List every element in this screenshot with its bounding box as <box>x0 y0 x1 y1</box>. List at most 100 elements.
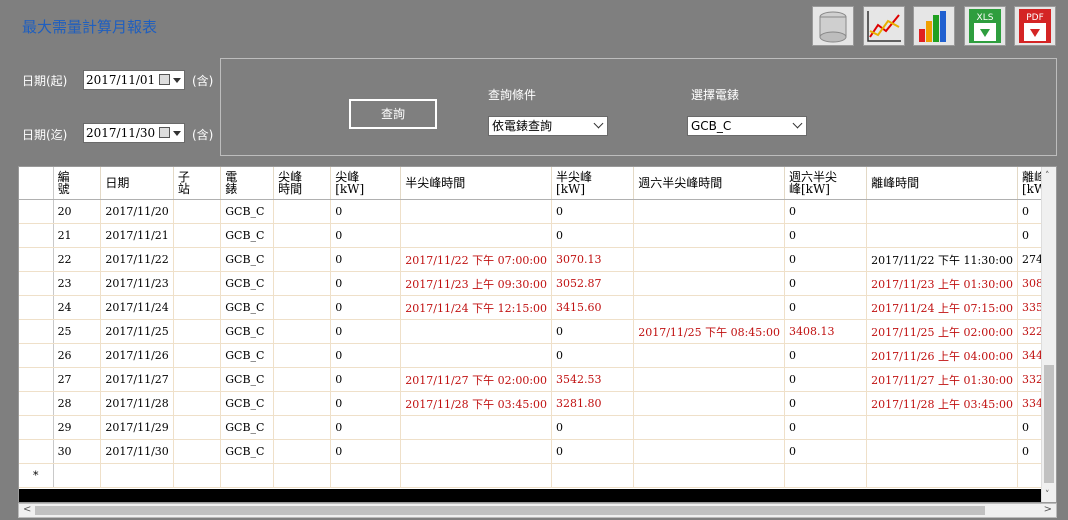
calendar-icon[interactable] <box>159 74 170 85</box>
cell-half-kw[interactable]: 0 <box>551 415 635 440</box>
cell-peak-kw[interactable]: 0 <box>330 439 402 464</box>
table-row[interactable]: 24 2017/11/24 GCB_C 0 2017/11/24 下午 12:15:00… <box>19 295 1056 320</box>
scroll-right-icon[interactable]: > <box>1044 504 1052 515</box>
export-pdf-button[interactable]: PDF <box>1014 6 1056 46</box>
query-button[interactable]: 查詢 <box>349 99 437 129</box>
empty-cell[interactable] <box>100 463 174 488</box>
column-header[interactable]: 日期 <box>100 167 174 200</box>
cell-half-kw[interactable]: 3542.53 <box>551 367 635 392</box>
cell-sub[interactable] <box>173 295 222 320</box>
cell-peak-kw[interactable]: 0 <box>330 391 402 416</box>
calendar-icon[interactable] <box>159 127 170 138</box>
vertical-scrollbar[interactable]: ˄ ˅ <box>1041 167 1056 502</box>
empty-cell[interactable] <box>173 463 222 488</box>
cell-sat-time[interactable] <box>633 343 785 368</box>
cell-sub[interactable] <box>173 343 222 368</box>
condition-select[interactable]: 依電錶查詢 <box>488 116 608 136</box>
cell-date[interactable]: 2017/11/22 <box>100 247 174 272</box>
cell-peak-time[interactable] <box>273 223 332 248</box>
cell-half-kw[interactable]: 0 <box>551 319 635 344</box>
cell-sat-kw[interactable]: 0 <box>784 391 868 416</box>
line-chart-button[interactable] <box>863 6 905 46</box>
cell-date[interactable]: 2017/11/20 <box>100 199 174 224</box>
cell-sat-kw[interactable]: 0 <box>784 199 868 224</box>
table-row[interactable]: 21 2017/11/21 GCB_C 0 0 0 0 <box>19 223 1056 248</box>
row-header[interactable] <box>19 199 54 224</box>
row-header[interactable] <box>19 391 54 416</box>
cell-no[interactable]: 30 <box>53 439 102 464</box>
cell-peak-time[interactable] <box>273 343 332 368</box>
cell-peak-time[interactable] <box>273 439 332 464</box>
column-header[interactable]: 週六半尖峰時間 <box>633 167 785 200</box>
column-header[interactable]: 離峰時間 <box>866 167 1018 200</box>
cell-sat-time[interactable]: 2017/11/25 下午 08:45:00 <box>633 319 785 344</box>
scroll-down-icon[interactable]: ˅ <box>1045 490 1050 500</box>
cell-half-time[interactable]: 2017/11/23 上午 09:30:00 <box>400 271 553 296</box>
cell-sat-time[interactable] <box>633 271 785 296</box>
cell-sat-time[interactable] <box>633 223 785 248</box>
cell-meter[interactable]: GCB_C <box>220 319 275 344</box>
cell-off-time[interactable]: 2017/11/25 上午 02:00:00 <box>866 319 1018 344</box>
cell-sat-kw[interactable]: 0 <box>784 415 868 440</box>
cell-sat-kw[interactable]: 0 <box>784 271 868 296</box>
cell-no[interactable]: 28 <box>53 391 102 416</box>
cell-sat-kw[interactable]: 0 <box>784 223 868 248</box>
new-row[interactable]: * <box>19 463 1056 488</box>
cell-half-time[interactable] <box>400 343 553 368</box>
cell-peak-kw[interactable]: 0 <box>330 199 402 224</box>
cell-half-time[interactable]: 2017/11/22 下午 07:00:00 <box>400 247 553 272</box>
cell-no[interactable]: 27 <box>53 367 102 392</box>
cell-no[interactable]: 21 <box>53 223 102 248</box>
empty-cell[interactable] <box>53 463 102 488</box>
cell-off-time[interactable]: 2017/11/23 上午 01:30:00 <box>866 271 1018 296</box>
cell-date[interactable]: 2017/11/28 <box>100 391 174 416</box>
empty-cell[interactable] <box>784 463 868 488</box>
row-header[interactable] <box>19 271 54 296</box>
cell-off-time[interactable] <box>866 223 1018 248</box>
bar-chart-button[interactable] <box>913 6 955 46</box>
cell-peak-time[interactable] <box>273 319 332 344</box>
table-row[interactable]: 22 2017/11/22 GCB_C 0 2017/11/22 下午 07:00:00… <box>19 247 1056 272</box>
column-header[interactable]: 尖峰 [kW] <box>330 167 402 200</box>
cell-peak-time[interactable] <box>273 247 332 272</box>
cell-off-time[interactable]: 2017/11/26 上午 04:00:00 <box>866 343 1018 368</box>
empty-cell[interactable] <box>330 463 402 488</box>
scroll-up-icon[interactable]: ˄ <box>1045 171 1050 181</box>
cell-half-time[interactable]: 2017/11/24 下午 12:15:00 <box>400 295 553 320</box>
cell-no[interactable]: 23 <box>53 271 102 296</box>
cell-half-time[interactable] <box>400 319 553 344</box>
cell-date[interactable]: 2017/11/21 <box>100 223 174 248</box>
empty-cell[interactable] <box>400 463 553 488</box>
cell-half-time[interactable] <box>400 199 553 224</box>
cell-date[interactable]: 2017/11/25 <box>100 319 174 344</box>
cell-half-kw[interactable]: 3070.13 <box>551 247 635 272</box>
meter-select[interactable]: GCB_C <box>687 116 807 136</box>
cell-sub[interactable] <box>173 367 222 392</box>
cell-meter[interactable]: GCB_C <box>220 391 275 416</box>
column-header[interactable]: 子站 <box>173 167 222 200</box>
row-header[interactable] <box>19 367 54 392</box>
start-date-picker[interactable]: 2017/11/01 <box>83 70 185 90</box>
cell-off-time[interactable]: 2017/11/27 上午 01:30:00 <box>866 367 1018 392</box>
cell-date[interactable]: 2017/11/29 <box>100 415 174 440</box>
cell-half-time[interactable] <box>400 223 553 248</box>
dropdown-arrow-icon[interactable] <box>173 78 181 83</box>
cell-sub[interactable] <box>173 415 222 440</box>
cell-sat-kw[interactable]: 0 <box>784 439 868 464</box>
row-header[interactable] <box>19 439 54 464</box>
row-header[interactable] <box>19 319 54 344</box>
empty-cell[interactable] <box>220 463 275 488</box>
cell-sat-time[interactable] <box>633 295 785 320</box>
table-row[interactable]: 26 2017/11/26 GCB_C 0 0 0 2017/11/26 上午 04:00:… <box>19 343 1056 368</box>
cell-peak-kw[interactable]: 0 <box>330 223 402 248</box>
row-header[interactable] <box>19 295 54 320</box>
row-header[interactable] <box>19 223 54 248</box>
cell-half-time[interactable] <box>400 415 553 440</box>
cell-sat-kw[interactable]: 3408.13 <box>784 319 868 344</box>
cell-peak-kw[interactable]: 0 <box>330 271 402 296</box>
table-row[interactable]: 27 2017/11/27 GCB_C 0 2017/11/27 下午 02:00:00… <box>19 367 1056 392</box>
cell-off-time[interactable]: 2017/11/22 下午 11:30:00 <box>866 247 1018 272</box>
cell-date[interactable]: 2017/11/23 <box>100 271 174 296</box>
cell-peak-kw[interactable]: 0 <box>330 367 402 392</box>
cell-date[interactable]: 2017/11/24 <box>100 295 174 320</box>
